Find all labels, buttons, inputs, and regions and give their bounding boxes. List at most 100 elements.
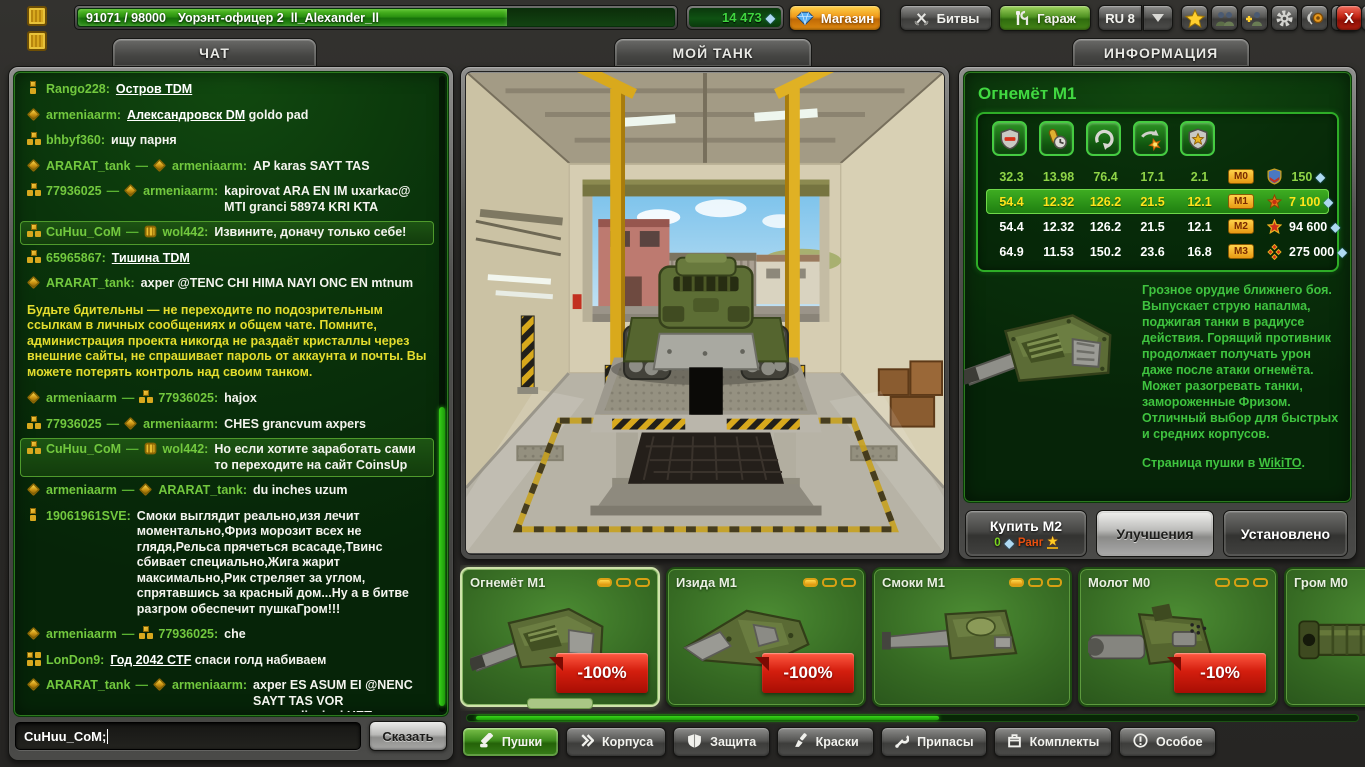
turret-card-4[interactable]: Молот M0 -10%	[1078, 567, 1278, 707]
squares-3-rank-icon	[27, 441, 40, 455]
battle-link[interactable]: Тишина TDM	[112, 251, 190, 265]
chat-nickname[interactable]: 19061961SVE:	[46, 509, 131, 523]
chat-message-text: ищу парня	[111, 133, 177, 147]
friends-icon	[1215, 11, 1234, 26]
chat-nickname[interactable]: armeniaarm:	[143, 184, 218, 198]
upgrade-row-m1[interactable]: 54.4 12.32 126.2 21.5 12.1 M1 7 100 ◆	[986, 189, 1333, 214]
chat-nickname[interactable]: 65965867:	[46, 251, 106, 265]
rank-m2-icon	[1259, 218, 1289, 235]
crossed-swords-icon	[913, 12, 929, 26]
turret-card-1[interactable]: Огнемёт M1 -100%	[460, 567, 660, 707]
rank-m0-icon	[1259, 168, 1289, 185]
chat-nickname[interactable]: ARARAT_tank	[46, 678, 131, 692]
turret-card-row: Огнемёт M1 -100% Изида M1 -100% Смоки M1 Моло…	[460, 565, 1365, 711]
chat-scrollbar-thumb[interactable]	[439, 406, 445, 706]
add-friend-icon	[1245, 11, 1262, 26]
stat-value: 54.4	[999, 194, 1024, 209]
wiki-link[interactable]: WikiTO	[1259, 456, 1302, 470]
squares-3-rank-icon	[27, 249, 40, 264]
chat-nickname[interactable]: armeniaarm:	[172, 678, 247, 692]
chat-scrollbar[interactable]	[439, 76, 445, 712]
locale-selector[interactable]: RU 8	[1098, 5, 1142, 31]
favorites-button[interactable]	[1181, 5, 1208, 31]
category-tab-краски[interactable]: Краски	[777, 727, 875, 757]
category-tab-корпуса[interactable]: Корпуса	[566, 727, 667, 757]
chat-nickname[interactable]: armeniaarm	[46, 483, 117, 497]
battle-link[interactable]: Остров TDM	[116, 82, 192, 96]
card-turret-image	[882, 593, 1032, 690]
category-tab-припасы[interactable]: Припасы	[881, 727, 987, 757]
chat-nickname[interactable]: armeniaarm	[46, 627, 117, 641]
shop-button[interactable]: Магазин	[789, 5, 881, 31]
addressed-to-dash: —	[106, 416, 120, 431]
chat-message-list[interactable]: Rango228: Остров TDM armeniaarm: Александро…	[20, 78, 434, 712]
tab-chat[interactable]: ЧАТ	[112, 38, 317, 67]
tank-3d-view[interactable]	[465, 71, 945, 555]
crystal-counter[interactable]: 14 473 ◆	[686, 5, 784, 30]
chat-nickname[interactable]: armeniaarm	[46, 391, 117, 405]
send-message-button[interactable]: Сказать	[369, 721, 447, 751]
category-tab-пушки[interactable]: Пушки	[462, 727, 559, 757]
invite-friend-button[interactable]	[1241, 5, 1268, 31]
upgrade-row-m3[interactable]: 64.9 11.53 150.2 23.6 16.8 M3 275 000 ◆	[986, 239, 1347, 264]
chat-nickname[interactable]: wol442:	[163, 225, 209, 239]
chat-message-area: Rango228: Остров TDM armeniaarm: Александро…	[13, 71, 449, 717]
chat-message-text: Год 2042 CTF спаси голд набиваем	[110, 652, 327, 667]
turret-card-5[interactable]: Гром M0	[1284, 567, 1365, 707]
friends-button[interactable]	[1211, 5, 1238, 31]
sound-button[interactable]	[1301, 5, 1328, 31]
cards-scrollbar[interactable]	[466, 714, 1359, 722]
chat-nickname[interactable]: CuHuu_CoM	[46, 442, 121, 456]
locale-dropdown-arrow[interactable]	[1143, 5, 1173, 31]
diamond-rank-icon	[26, 390, 41, 405]
pip-icon	[616, 578, 631, 587]
tab-information[interactable]: ИНФОРМАЦИЯ	[1072, 38, 1250, 67]
tab-my-tank[interactable]: МОЙ ТАНК	[614, 38, 812, 67]
cards-scrollbar-thumb[interactable]	[475, 716, 940, 720]
settings-button[interactable]	[1271, 5, 1298, 31]
upgrades-button[interactable]: Улучшения	[1096, 510, 1214, 557]
chat-nickname[interactable]: wol442:	[163, 442, 209, 456]
crystal-icon: ◆	[1315, 169, 1325, 184]
upgrade-row-m2[interactable]: 54.4 12.32 126.2 21.5 12.1 M2 94 600 ◆	[986, 214, 1340, 239]
chat-nickname[interactable]: LonDon9:	[46, 653, 104, 667]
chat-nickname[interactable]: bhbyf360:	[46, 133, 105, 147]
upgrade-row-m0[interactable]: 32.3 13.98 76.4 17.1 2.1 M0 150 ◆	[986, 164, 1329, 189]
squares-3-rank-icon	[139, 626, 152, 640]
turret-card-2[interactable]: Изида M1 -100%	[666, 567, 866, 707]
chat-nickname[interactable]: armeniaarm:	[46, 108, 121, 122]
battles-button[interactable]: Битвы	[900, 5, 992, 31]
chat-input[interactable]: CuHuu_CoM;	[15, 722, 361, 750]
turret-card-3[interactable]: Смоки M1	[872, 567, 1072, 707]
chat-nickname[interactable]: 77936025:	[158, 627, 218, 641]
category-tab-комплекты[interactable]: Комплекты	[993, 727, 1113, 757]
close-button[interactable]: X	[1336, 5, 1362, 31]
buy-m2-button[interactable]: Купить M2 0 ◆ Ранг ★	[965, 510, 1087, 557]
chat-nickname[interactable]: Rango228:	[46, 82, 110, 96]
installed-button[interactable]: Установлено	[1223, 510, 1348, 557]
battle-link[interactable]: Александровск DM	[127, 108, 245, 122]
turret-description: Грозное орудие ближнего боя. Выпускает с…	[1142, 283, 1339, 441]
chat-nickname[interactable]: CuHuu_CoM	[46, 225, 121, 239]
category-tab-особое[interactable]: Особое	[1119, 727, 1217, 757]
close-icon: X	[1343, 9, 1354, 27]
battle-link[interactable]: Год 2042 CTF	[110, 653, 191, 667]
pip-icon	[1028, 578, 1043, 587]
stat-value: 13.98	[1042, 169, 1075, 184]
chat-message-prefix: LonDon9:	[27, 651, 104, 669]
chat-nickname[interactable]: 77936025	[46, 184, 102, 198]
chat-nickname[interactable]: armeniaarm:	[172, 159, 247, 173]
chat-nickname[interactable]: ARARAT_tank:	[46, 276, 135, 290]
chat-nickname[interactable]: ARARAT_tank	[46, 159, 131, 173]
chat-nickname[interactable]: 77936025	[46, 417, 102, 431]
pip-icon	[635, 578, 650, 587]
card-header: Гром M0	[1294, 575, 1365, 590]
pip-icon	[1009, 578, 1024, 587]
garage-button[interactable]: Гараж	[999, 5, 1091, 31]
chat-nickname[interactable]: ARARAT_tank:	[158, 483, 247, 497]
category-tab-label: Корпуса	[602, 735, 654, 749]
chat-nickname[interactable]: 77936025:	[158, 391, 218, 405]
category-tab-защита[interactable]: Защита	[673, 727, 771, 757]
chat-nickname[interactable]: armeniaarm:	[143, 417, 218, 431]
card-title: Гром M0	[1294, 575, 1348, 590]
